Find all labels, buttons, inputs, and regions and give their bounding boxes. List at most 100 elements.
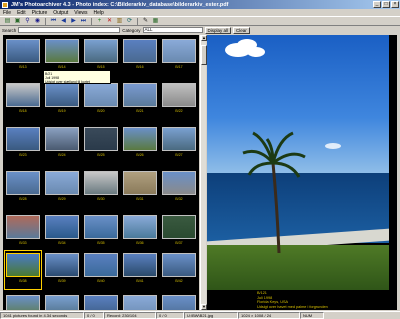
prev-icon[interactable]: ◀ [59,17,68,25]
thumbnail[interactable]: B/41 [122,251,158,289]
thumbnail[interactable]: B/29 [44,169,80,207]
thumbnail[interactable]: B/40 [83,251,119,289]
thumbnail-caption: B/30 [97,197,105,201]
add-icon[interactable]: + [95,17,104,25]
thumbnail-image [84,39,118,63]
find-icon[interactable]: ⚲ [23,17,32,25]
thumbnail-image [84,295,118,310]
thumbnail[interactable]: B/35 [83,213,119,251]
menu-views[interactable]: Views [74,10,87,16]
thumbnail[interactable]: B/25 [83,125,119,163]
search-input[interactable] [18,27,121,33]
thumbnail-panel: B/13 B/14 B/15 B/16 B/17 B/18 B/19 B/20 B/21 B/22… [3,35,199,310]
thumbnail-caption: B/23 [19,153,27,157]
thumbnail-caption: B/29 [58,197,66,201]
thumbnail[interactable]: B/23 [5,125,41,163]
preview-panel: B/121 Juli 1998 Florida Keys, USA Udsigt… [207,35,397,310]
thumbnail[interactable]: B/21 [122,81,158,119]
category-select[interactable]: ALL [142,27,203,33]
thumbnail[interactable]: B/39 [44,251,80,289]
thumbnail-caption: B/35 [97,241,105,245]
menu-file[interactable]: File [3,10,11,16]
thumbnail[interactable]: B/13 [5,37,41,75]
status-dims: 1024 × 1008 / 24 [238,312,300,319]
thumbnail-caption: B/27 [175,153,183,157]
status-found: 1041 pictures found in 4.34 seconds [0,312,84,319]
info-description: Udsigt over havet med palme i forgrunden [257,304,328,309]
thumbnail[interactable]: B/32 [161,169,197,207]
open-icon[interactable]: ▤ [3,17,12,25]
thumbnail-caption: B/14 [58,65,66,69]
menu-output[interactable]: Output [53,10,68,16]
next-icon[interactable]: ▶ [69,17,78,25]
properties-icon[interactable]: ▥ [115,17,124,25]
window-title: JM's Photoarchiver 4.3 - Photo index: C:… [11,1,229,8]
thumbnail[interactable]: B/37 [161,213,197,251]
menu-edit[interactable]: Edit [17,10,26,16]
maximize-button[interactable]: □ [382,1,390,8]
thumbnail-image [123,253,157,277]
thumbnail-scrollbar[interactable]: ▲ ▼ [200,35,207,310]
thumbnail[interactable]: B/30 [83,169,119,207]
last-icon[interactable]: ⏭ [79,17,88,25]
thumbnail[interactable]: B/38 [4,250,42,290]
display-all-button[interactable]: Display all [204,26,232,34]
thumbnail[interactable]: B/45 [83,293,119,310]
save-icon[interactable]: ▣ [13,17,22,25]
thumbnail-image [84,127,118,151]
preview-photo[interactable] [207,35,389,290]
thumbnail-image [6,253,40,277]
thumbnail-image [45,295,79,310]
thumbnail[interactable]: B/18 [5,81,41,119]
thumbnail[interactable]: B/24 [44,125,80,163]
thumbnail[interactable]: B/43 [5,293,41,310]
thumbnail[interactable]: B/33 [5,213,41,251]
thumbnail[interactable]: B/20 [83,81,119,119]
thumbnail-caption: B/24 [58,153,66,157]
thumbnail[interactable]: B/46 [122,293,158,310]
close-button[interactable]: × [391,1,399,8]
thumbnail-image [45,127,79,151]
thumbnail-image [84,171,118,195]
zoom-icon[interactable]: ◉ [33,17,42,25]
thumbnail[interactable]: B/19 [44,81,80,119]
status-mode: NUM [300,312,324,319]
thumbnail[interactable]: B/34 [44,213,80,251]
search-label: Search [2,27,17,33]
thumbnail-caption: B/16 [136,65,144,69]
thumbnail-image [162,171,196,195]
toolbar-separator [45,17,46,25]
thumbnail[interactable]: B/42 [161,251,197,289]
menu-help[interactable]: Help [94,10,104,16]
thumbnail[interactable]: B/26 [122,125,158,163]
clear-button[interactable]: Clear [233,26,250,34]
thumbnail[interactable]: B/44 [44,293,80,310]
export-icon[interactable]: ▦ [151,17,160,25]
minimize-button[interactable]: _ [373,1,381,8]
thumbnail[interactable]: B/22 [161,81,197,119]
menu-picture[interactable]: Picture [32,10,48,16]
thumbnail-image [123,215,157,239]
thumbnail-caption: B/17 [175,65,183,69]
thumbnail[interactable]: B/31 [122,169,158,207]
thumbnail[interactable]: B/17 [161,37,197,75]
rotate-icon[interactable]: ⟳ [125,17,134,25]
menu-bar: File Edit Picture Output Views Help [0,9,400,16]
thumbnail[interactable]: B/27 [161,125,197,163]
thumbnail-caption: B/39 [58,279,66,283]
thumbnail[interactable]: B/16 [122,37,158,75]
thumbnail-caption: B/41 [136,279,144,283]
thumbnail[interactable]: B/36 [122,213,158,251]
thumbnail[interactable]: B/47 [161,293,197,310]
photo-info: B/121 Juli 1998 Florida Keys, USA Udsigt… [207,290,389,310]
thumbnail[interactable]: B/28 [5,169,41,207]
title-bar: JM's Photoarchiver 4.3 - Photo index: C:… [0,0,400,9]
thumbnail-image [162,127,196,151]
thumbnail-caption: B/32 [175,197,183,201]
delete-icon[interactable]: ✕ [105,17,114,25]
thumbnail-caption: B/15 [97,65,105,69]
first-icon[interactable]: ⏮ [49,17,58,25]
thumbnail-image [162,39,196,63]
thumbnail-image [84,83,118,107]
edit-icon[interactable]: ✎ [141,17,150,25]
